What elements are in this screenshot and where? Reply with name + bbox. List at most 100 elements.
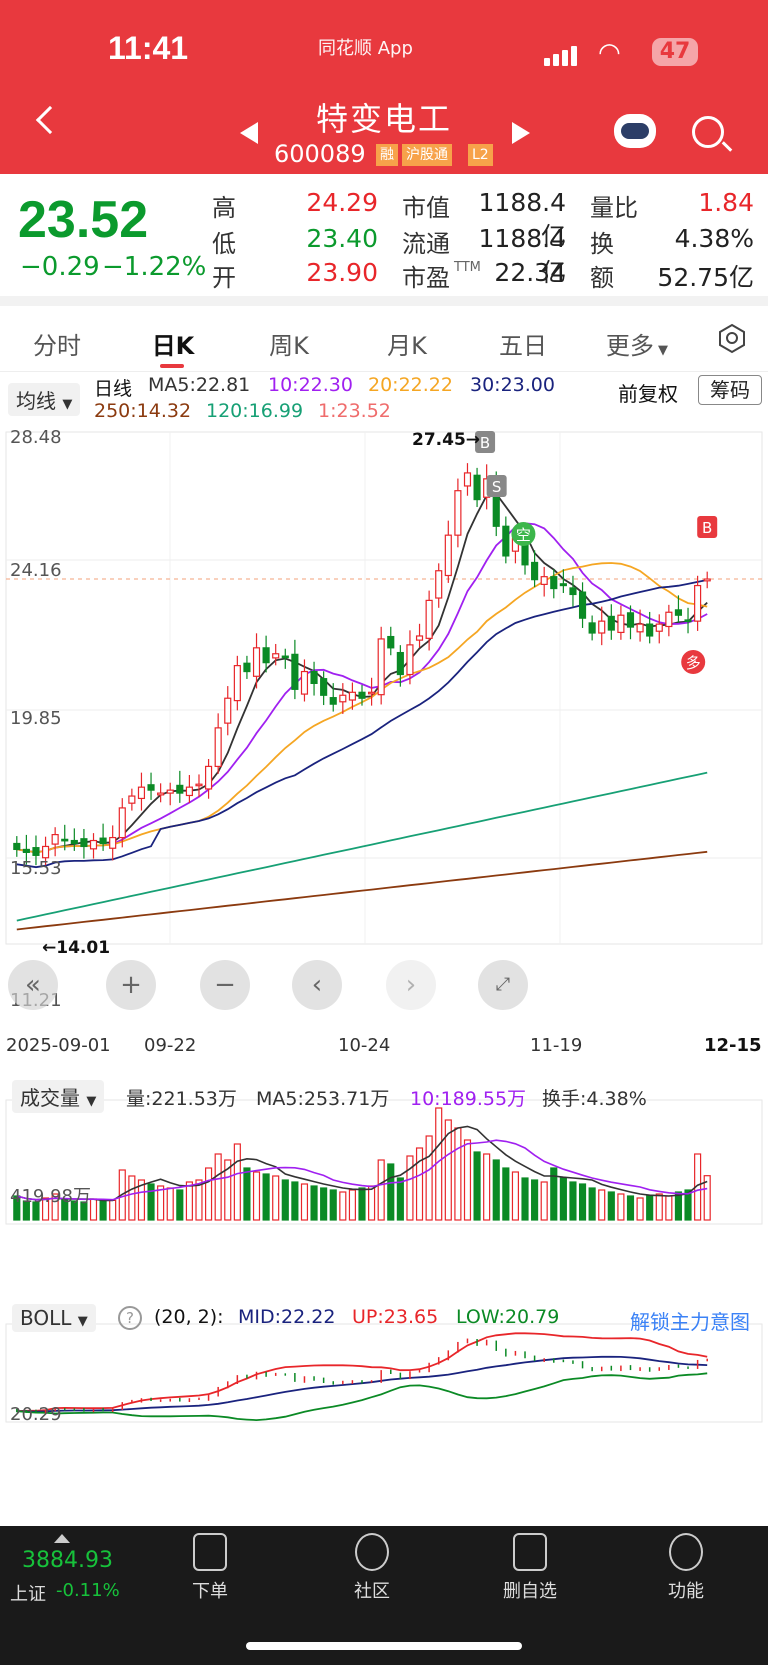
kline-chart[interactable]: B S 空 B 多 <box>0 424 768 1424</box>
ma20-value: 20:22.22 <box>368 374 453 396</box>
candle-body <box>559 583 567 587</box>
index-expand-icon[interactable] <box>54 1534 70 1543</box>
volume-bar <box>185 1181 193 1221</box>
candle-body <box>674 609 683 616</box>
status-time: 11:41 <box>108 30 189 66</box>
volume-bar <box>674 1191 683 1221</box>
search-icon[interactable] <box>692 116 724 148</box>
candle-body <box>61 838 69 842</box>
volume-bar <box>396 1177 404 1221</box>
tab-more[interactable]: 更多 ▼ <box>602 326 672 361</box>
volume-bar <box>368 1185 376 1221</box>
candle-body <box>185 786 193 797</box>
unlock-intent-link[interactable]: 解锁主力意图 <box>630 1306 750 1335</box>
volume-ma5: MA5:253.71万 <box>256 1088 390 1110</box>
order-icon <box>193 1533 227 1571</box>
community-icon <box>355 1533 389 1571</box>
candle-body <box>425 599 433 639</box>
fullscreen-button[interactable]: ⤢ <box>478 960 528 1010</box>
mcap-label: 市值 <box>402 194 450 222</box>
volume-bar <box>492 1159 500 1221</box>
panel-frame <box>5 1323 763 1423</box>
candle-body <box>540 576 548 585</box>
volume-bar <box>521 1177 529 1221</box>
index-name: 上证 <box>10 1584 46 1605</box>
chips-button[interactable]: 筹码 <box>698 375 762 405</box>
candle-body <box>320 678 328 696</box>
tab-weekly-k[interactable]: 周K <box>254 326 324 361</box>
candle-body <box>300 670 309 695</box>
tag-l2: L2 <box>468 144 493 166</box>
volume-bar <box>598 1189 606 1221</box>
candle-body <box>406 644 414 676</box>
vol-ratio-value: 1.84 <box>698 188 754 217</box>
tab-intraday[interactable]: 分时 <box>22 326 92 361</box>
volume-bar <box>262 1173 270 1221</box>
candle-body <box>463 472 472 487</box>
app-header: 11:41 同花顺 App ◠ 47 特变电工 600089 融 沪股通 L2 <box>0 0 768 174</box>
candle-body <box>128 795 136 804</box>
boll-y-label: 20.29 <box>10 1404 62 1425</box>
volume-turnover: 换手:4.38% <box>542 1088 647 1110</box>
candle-body <box>291 653 299 690</box>
tab-daily-k[interactable]: 日K <box>138 326 208 361</box>
amount-value: 52.75亿 <box>657 263 754 292</box>
robot-assistant-icon[interactable] <box>614 114 656 148</box>
candle-body <box>598 620 606 634</box>
divider <box>0 296 768 306</box>
volume-selector[interactable]: 成交量 ▼ <box>12 1080 105 1113</box>
collapse-left-button[interactable]: « <box>8 960 58 1010</box>
ma-selector[interactable]: 均线 ▼ <box>8 383 81 416</box>
volume-bar <box>310 1185 318 1221</box>
volume-bar <box>473 1151 481 1221</box>
volume-bar <box>607 1191 615 1221</box>
sell-signal: S <box>486 475 507 497</box>
volume-bar <box>329 1189 337 1221</box>
low-label: 低 <box>212 230 236 258</box>
cellular-icon <box>544 44 584 66</box>
boll-mid: MID:22.22 <box>238 1306 336 1328</box>
boll-selector[interactable]: BOLL ▼ <box>12 1304 96 1332</box>
price-change: −0.29 <box>20 252 100 282</box>
settings-hex-icon[interactable] <box>716 322 748 354</box>
remove-watchlist-icon <box>513 1533 547 1571</box>
volume-bar <box>147 1183 155 1221</box>
zoom-in-button[interactable]: + <box>106 960 156 1010</box>
ma5-value: MA5:22.81 <box>148 374 251 396</box>
boll-params: (20, 2): <box>154 1306 224 1328</box>
candle-body <box>435 570 443 599</box>
scroll-left-button[interactable]: ‹ <box>292 960 342 1010</box>
candle-body <box>109 836 117 849</box>
help-icon[interactable]: ? <box>118 1306 142 1330</box>
index-value: 3884.93 <box>22 1548 113 1573</box>
scroll-right-button[interactable]: › <box>386 960 436 1010</box>
candle-body <box>703 578 711 582</box>
volume-bar <box>425 1135 433 1221</box>
nav-remove-watchlist[interactable]: 删自选 <box>480 1533 580 1603</box>
sell-signal-text: S <box>492 478 502 496</box>
home-indicator <box>246 1642 522 1650</box>
short-signal-text: 空 <box>516 526 531 544</box>
long-signal: 多 <box>681 650 706 674</box>
open-value: 23.90 <box>306 258 378 287</box>
volume-bar <box>272 1175 280 1221</box>
volume-bar <box>339 1191 347 1221</box>
zoom-out-button[interactable]: − <box>200 960 250 1010</box>
candle-body <box>636 623 644 633</box>
high-label: 高 <box>212 194 236 222</box>
nav-community[interactable]: 社区 <box>322 1533 422 1603</box>
candle-body <box>51 834 59 845</box>
next-stock-button[interactable] <box>512 122 530 144</box>
adjust-label[interactable]: 前复权 <box>618 378 678 407</box>
tag-margin: 融 <box>376 144 398 166</box>
volume-bar <box>569 1181 577 1221</box>
volume-bar <box>233 1143 241 1221</box>
battery-icon: 47 <box>652 38 698 66</box>
nav-order[interactable]: 下单 <box>160 1533 260 1603</box>
tab-monthly-k[interactable]: 月K <box>372 326 442 361</box>
volume-bar <box>511 1171 519 1221</box>
nav-functions[interactable]: 功能 <box>636 1533 736 1603</box>
tab-five-day[interactable]: 五日 <box>488 326 558 361</box>
volume-bar <box>463 1139 472 1221</box>
candle-body <box>348 691 356 701</box>
